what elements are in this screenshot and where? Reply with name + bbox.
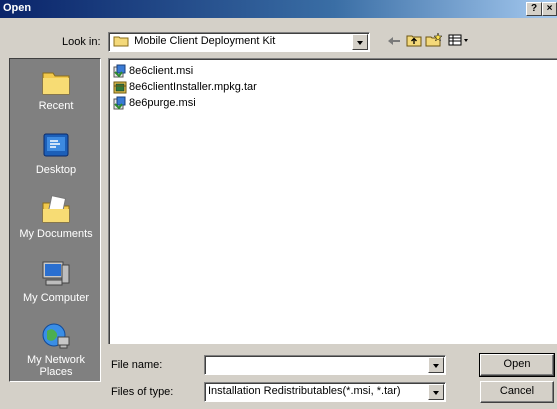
my-computer-icon <box>40 259 72 289</box>
files-of-type-label: Files of type: <box>111 386 174 398</box>
place-my-computer[interactable]: My Computer <box>10 259 102 304</box>
places-bar: Recent Desktop My Documents My Computer … <box>9 58 101 382</box>
place-my-documents[interactable]: My Documents <box>10 195 102 240</box>
place-my-network-places[interactable]: My Network Places <box>10 321 102 378</box>
up-folder-icon[interactable] <box>404 33 424 51</box>
list-item[interactable]: 8e6purge.msi <box>113 96 196 112</box>
msi-installer-icon <box>113 64 127 78</box>
list-item[interactable]: 8e6client.msi <box>113 64 193 80</box>
chevron-down-icon[interactable] <box>428 384 444 400</box>
cancel-button[interactable]: Cancel <box>480 381 554 403</box>
close-button[interactable]: × <box>542 2 557 16</box>
file-name-combo[interactable] <box>204 355 446 375</box>
network-globe-icon <box>40 321 72 351</box>
place-recent[interactable]: Recent <box>10 67 102 112</box>
files-of-type-value: Installation Redistributables(*.msi, *.t… <box>208 385 401 397</box>
open-button[interactable]: Open <box>479 353 555 377</box>
recent-folder-icon <box>40 67 72 97</box>
msi-installer-icon <box>113 96 127 110</box>
look-in-label: Look in: <box>62 36 101 48</box>
new-folder-icon[interactable] <box>424 32 444 51</box>
file-list[interactable]: 8e6client.msi 8e6clientInstaller.mpkg.ta… <box>108 58 557 344</box>
file-name-input[interactable] <box>207 357 427 373</box>
desktop-icon <box>40 131 72 161</box>
my-documents-icon <box>40 195 72 225</box>
title-bar: Open ? × <box>0 0 557 18</box>
files-of-type-dropdown[interactable]: Installation Redistributables(*.msi, *.t… <box>204 382 446 402</box>
file-name-label: File name: <box>111 359 163 371</box>
view-menu-icon[interactable] <box>446 33 472 51</box>
archive-icon <box>113 80 127 94</box>
help-button[interactable]: ? <box>526 2 542 16</box>
window-title: Open <box>3 2 32 14</box>
chevron-down-icon[interactable] <box>428 357 444 373</box>
chevron-down-icon[interactable] <box>352 34 368 50</box>
look-in-dropdown[interactable]: Mobile Client Deployment Kit <box>108 32 370 52</box>
look-in-value: Mobile Client Deployment Kit <box>134 35 276 48</box>
list-item[interactable]: 8e6clientInstaller.mpkg.tar <box>113 80 257 96</box>
folder-icon <box>113 36 129 47</box>
back-arrow-icon[interactable] <box>384 33 404 51</box>
place-desktop[interactable]: Desktop <box>10 131 102 176</box>
